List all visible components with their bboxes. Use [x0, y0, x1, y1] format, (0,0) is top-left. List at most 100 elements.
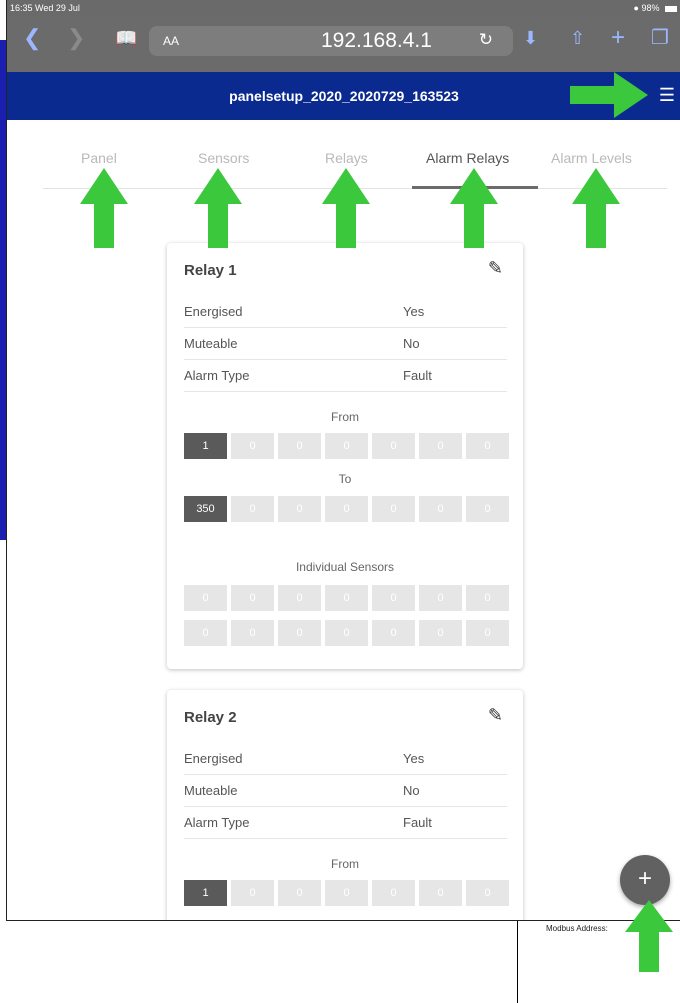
row-label: Muteable — [184, 336, 238, 351]
from-box[interactable]: 0 — [372, 880, 415, 906]
from-label: From — [331, 857, 359, 871]
to-box[interactable]: 0 — [231, 496, 274, 522]
from-box[interactable]: 0 — [325, 880, 368, 906]
from-box[interactable]: 0 — [419, 433, 462, 459]
row-label: Muteable — [184, 783, 238, 798]
annotation-arrow-icon — [570, 72, 648, 118]
sensor-box[interactable]: 0 — [419, 585, 462, 611]
to-box[interactable]: 350 — [184, 496, 227, 522]
to-box[interactable]: 0 — [372, 496, 415, 522]
relay-title: Relay 2 — [184, 709, 237, 726]
share-icon[interactable]: ⇧ — [570, 24, 585, 52]
individual-sensors-label: Individual Sensors — [295, 560, 395, 574]
relay-title: Relay 1 — [184, 262, 237, 279]
to-box[interactable]: 0 — [278, 496, 321, 522]
to-box[interactable]: 0 — [466, 496, 509, 522]
browser-toolbar: ❮ ❯ 📖 AA 192.168.4.1 ↻ ⬇ ⇧ + ❐ — [7, 16, 680, 72]
from-box[interactable]: 0 — [278, 433, 321, 459]
status-time: 16:35 Wed 29 Jul — [10, 3, 80, 13]
from-box[interactable]: 0 — [231, 880, 274, 906]
from-box[interactable]: 0 — [278, 880, 321, 906]
sensor-box[interactable]: 0 — [372, 585, 415, 611]
from-boxes: 1 0 0 0 0 0 0 — [184, 880, 512, 906]
from-box[interactable]: 0 — [231, 433, 274, 459]
row-value: No — [403, 783, 420, 798]
to-label: To — [338, 472, 352, 486]
row-value: Fault — [403, 815, 432, 830]
relay-row-energised: Energised Yes — [184, 296, 507, 328]
relay-row-alarm-type: Alarm Type Fault — [184, 807, 507, 839]
download-icon[interactable]: ⬇ — [523, 24, 538, 52]
from-box[interactable]: 0 — [419, 880, 462, 906]
add-button[interactable]: + — [620, 855, 670, 905]
tab-relays[interactable]: Relays — [325, 150, 368, 166]
url-text[interactable]: 192.168.4.1 — [321, 29, 432, 53]
tabs-icon[interactable]: ❐ — [651, 24, 669, 52]
row-value: No — [403, 336, 420, 351]
sensor-box[interactable]: 0 — [466, 585, 509, 611]
row-value: Yes — [403, 751, 425, 766]
row-label: Energised — [184, 751, 243, 766]
annotation-arrow-icon — [194, 168, 242, 248]
ipad-screenshot: 16:35 Wed 29 Jul ● 98% ❮ ❯ 📖 AA 192.168.… — [6, 0, 680, 921]
sensor-box[interactable]: 0 — [466, 620, 509, 646]
sensor-box[interactable]: 0 — [278, 585, 321, 611]
tab-sensors[interactable]: Sensors — [198, 150, 249, 166]
background-divider — [517, 920, 518, 1003]
sensor-box[interactable]: 0 — [325, 620, 368, 646]
relay-card: Relay 1 ✎ Energised Yes Muteable No Alar… — [167, 243, 523, 669]
to-boxes: 350 0 0 0 0 0 0 — [184, 496, 512, 522]
address-bar[interactable]: AA 192.168.4.1 ↻ — [149, 26, 513, 56]
battery-percent: 98% — [641, 3, 660, 13]
sensor-box[interactable]: 0 — [184, 585, 227, 611]
annotation-arrow-icon — [572, 168, 620, 248]
individual-sensor-boxes: 0 0 0 0 0 0 0 — [184, 585, 512, 611]
from-box[interactable]: 1 — [184, 880, 227, 906]
edit-icon[interactable]: ✎ — [488, 258, 503, 279]
individual-sensor-boxes: 0 0 0 0 0 0 0 — [184, 620, 512, 646]
from-box[interactable]: 0 — [466, 880, 509, 906]
relay-row-energised: Energised Yes — [184, 743, 507, 775]
battery-icon — [665, 5, 677, 12]
relay-row-muteable: Muteable No — [184, 328, 507, 360]
battery-status: ● 98% — [634, 3, 677, 13]
sensor-box[interactable]: 0 — [325, 585, 368, 611]
back-icon[interactable]: ❮ — [23, 24, 41, 52]
tab-alarm-relays[interactable]: Alarm Relays — [426, 150, 509, 166]
modbus-address-label: Modbus Address: — [546, 924, 608, 933]
annotation-arrow-icon — [450, 168, 498, 248]
sensor-box[interactable]: 0 — [231, 620, 274, 646]
to-box[interactable]: 0 — [325, 496, 368, 522]
sensor-box[interactable]: 0 — [278, 620, 321, 646]
row-value: Yes — [403, 304, 425, 319]
from-box[interactable]: 0 — [466, 433, 509, 459]
text-size-button[interactable]: AA — [163, 34, 179, 48]
row-value: Fault — [403, 368, 432, 383]
hamburger-icon[interactable]: ☰ — [659, 85, 675, 106]
relay-row-muteable: Muteable No — [184, 775, 507, 807]
forward-icon[interactable]: ❯ — [67, 24, 85, 52]
reload-icon[interactable]: ↻ — [479, 30, 493, 50]
bookmarks-icon[interactable]: 📖 — [115, 24, 137, 52]
relay-card: Relay 2 ✎ Energised Yes Muteable No Alar… — [167, 690, 523, 920]
from-box[interactable]: 1 — [184, 433, 227, 459]
wifi-icon: ● — [633, 3, 639, 13]
relay-row-alarm-type: Alarm Type Fault — [184, 360, 507, 392]
annotation-arrow-icon — [322, 168, 370, 248]
annotation-arrow-icon — [80, 168, 128, 248]
sensor-box[interactable]: 0 — [231, 585, 274, 611]
to-box[interactable]: 0 — [419, 496, 462, 522]
annotation-arrow-icon — [625, 900, 673, 972]
sensor-box[interactable]: 0 — [372, 620, 415, 646]
row-label: Alarm Type — [184, 368, 250, 383]
tab-alarm-levels[interactable]: Alarm Levels — [551, 150, 632, 166]
new-tab-icon[interactable]: + — [611, 24, 625, 52]
from-box[interactable]: 0 — [372, 433, 415, 459]
sensor-box[interactable]: 0 — [419, 620, 462, 646]
edit-icon[interactable]: ✎ — [488, 705, 503, 726]
from-box[interactable]: 0 — [325, 433, 368, 459]
status-bar: 16:35 Wed 29 Jul ● 98% — [7, 0, 680, 16]
sensor-box[interactable]: 0 — [184, 620, 227, 646]
tab-panel[interactable]: Panel — [81, 150, 117, 166]
row-label: Alarm Type — [184, 815, 250, 830]
